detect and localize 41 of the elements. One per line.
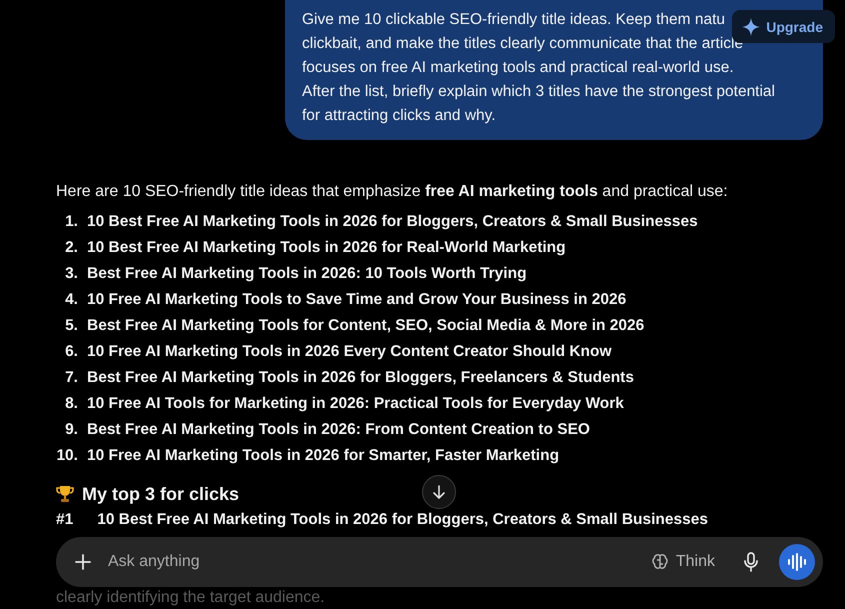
title-idea: 10 Best Free AI Marketing Tools in 2026 for Bloggers, Creators & Small Businesses xyxy=(97,511,708,529)
response-text: clearly identifying the target audience. xyxy=(56,589,325,607)
down-arrow-icon xyxy=(431,484,447,500)
list-number: 3. xyxy=(64,265,78,283)
trophy-icon xyxy=(56,485,74,503)
list-number: 10. xyxy=(56,447,78,465)
list-number: 5. xyxy=(64,317,78,335)
title-idea: Best Free AI Marketing Tools for Content, SEO, Social Media & More in 2026 xyxy=(87,317,644,335)
list-number: 6. xyxy=(64,343,78,361)
microphone-icon xyxy=(743,552,759,572)
list-number: 1. xyxy=(64,213,78,231)
message-input[interactable]: Ask anything xyxy=(106,552,645,572)
title-idea: 10 Best Free AI Marketing Tools in 2026 for Real-World Marketing xyxy=(87,239,566,257)
title-idea: 10 Free AI Marketing Tools in 2026 for Smarter, Faster Marketing xyxy=(87,447,560,465)
message-text: focuses on free AI marketing tools and practical real-world use. xyxy=(302,58,734,78)
message-composer[interactable]: Ask anything Think xyxy=(56,537,823,587)
brain-icon xyxy=(650,553,669,571)
voice-mode-button[interactable] xyxy=(779,544,815,580)
sound-wave-icon xyxy=(787,553,807,571)
message-text: After the list, briefly explain which 3 titles have the strongest potential xyxy=(302,82,775,102)
list-number: 4. xyxy=(64,291,78,309)
sparkle-icon xyxy=(742,18,760,36)
think-button[interactable]: Think xyxy=(644,549,721,575)
title-idea: Best Free AI Marketing Tools in 2026: 10 Tools Worth Trying xyxy=(87,265,527,283)
list-number: 8. xyxy=(64,395,78,413)
title-idea: 10 Best Free AI Marketing Tools in 2026 for Bloggers, Creators & Small Businesses xyxy=(87,213,698,231)
list-number: 7. xyxy=(64,369,78,387)
list-number: 2. xyxy=(64,239,78,257)
rank-label: #1 xyxy=(56,511,74,529)
scroll-down-button[interactable] xyxy=(422,475,456,509)
title-idea: Best Free AI Marketing Tools in 2026 for Bloggers, Freelancers & Students xyxy=(87,369,634,387)
message-text: Give me 10 clickable SEO-friendly title ideas. Keep them natu xyxy=(302,10,726,30)
section-heading: My top 3 for clicks xyxy=(82,484,240,504)
title-idea: 10 Free AI Marketing Tools to Save Time and Grow Your Business in 2026 xyxy=(87,291,626,309)
plus-icon xyxy=(74,553,92,571)
message-text: for attracting clicks and why. xyxy=(302,106,496,126)
list-number: 9. xyxy=(64,421,78,439)
title-idea: Best Free AI Marketing Tools in 2026: From Content Creation to SEO xyxy=(87,421,590,439)
title-idea: 10 Free AI Marketing Tools in 2026 Every Content Creator Should Know xyxy=(87,343,612,361)
title-idea: 10 Free AI Tools for Marketing in 2026: Practical Tools for Everyday Work xyxy=(87,395,624,413)
response-text: Here are 10 SEO-friendly title ideas that emphasize free AI marketing tools and practical use: xyxy=(56,182,729,202)
